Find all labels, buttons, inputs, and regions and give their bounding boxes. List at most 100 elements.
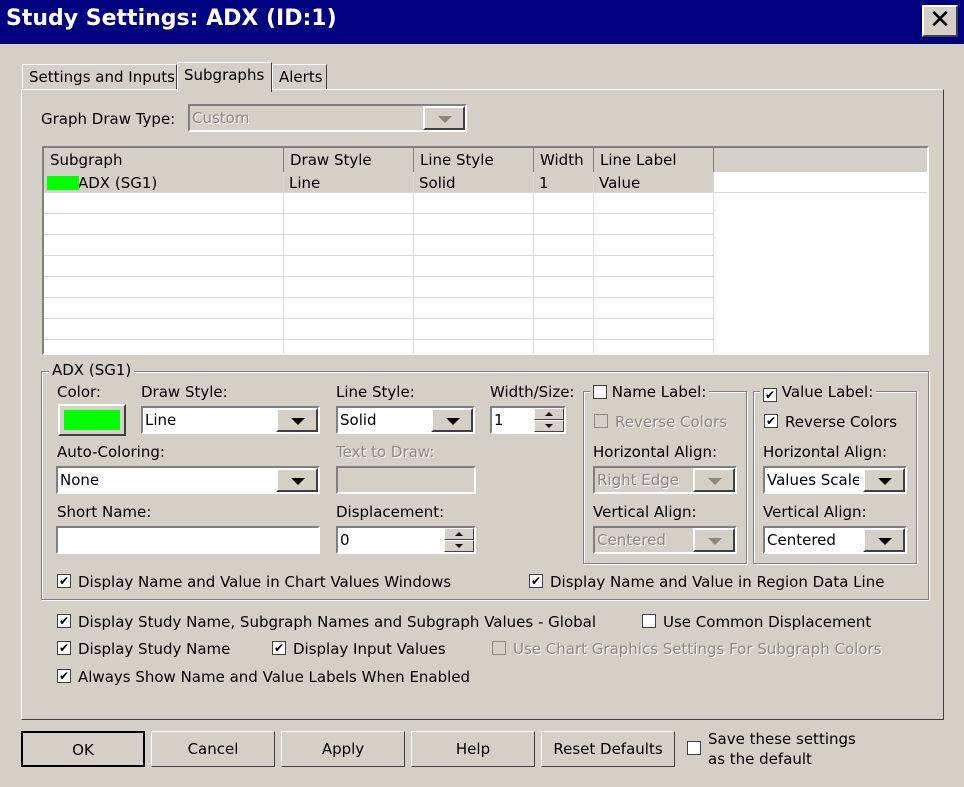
draw-style-value: Line (145, 411, 177, 429)
reset-defaults-button[interactable]: Reset Defaults (541, 731, 675, 767)
graph-draw-type-label: Graph Draw Type: (41, 110, 176, 128)
help-button[interactable]: Help (411, 731, 535, 767)
column-header-width[interactable]: Width (534, 148, 594, 172)
cell-line-label[interactable]: Value (594, 172, 714, 193)
column-header-subgraph[interactable]: Subgraph (44, 148, 284, 172)
subgraph-table[interactable]: Subgraph Draw Style Line Style Width Lin… (42, 146, 929, 355)
always-show-checkbox[interactable] (57, 669, 71, 683)
short-name-input[interactable] (56, 526, 320, 554)
spin-down-icon[interactable] (534, 420, 564, 432)
chevron-down-icon[interactable] (863, 528, 905, 552)
chart-graphics-label: Use Chart Graphics Settings For Subgraph… (513, 640, 882, 658)
chevron-down-icon[interactable] (276, 468, 318, 492)
apply-button[interactable]: Apply (281, 731, 405, 767)
value-label-header: Value Label: (760, 383, 877, 402)
auto-coloring-value: None (60, 471, 100, 489)
display-chart-values-checkbox[interactable] (57, 574, 71, 588)
spin-down-icon[interactable] (444, 540, 474, 552)
chevron-down-icon[interactable] (693, 528, 735, 552)
chevron-down-icon[interactable] (431, 408, 473, 432)
tab-subgraphs[interactable]: Subgraphs (177, 62, 272, 92)
save-default-checkbox[interactable] (687, 741, 701, 755)
tab-alerts[interactable]: Alerts (272, 64, 327, 90)
name-label-checkbox[interactable] (593, 385, 607, 399)
always-show-label: Always Show Name and Value Labels When E… (78, 668, 471, 686)
displacement-value: 0 (340, 531, 350, 549)
tab-settings-and-inputs[interactable]: Settings and Inputs (22, 64, 177, 90)
name-reverse-colors-checkbox[interactable] (594, 414, 608, 428)
auto-coloring-label: Auto-Coloring: (57, 443, 165, 461)
draw-style-select[interactable]: Line (141, 406, 320, 434)
color-fill (64, 410, 120, 430)
cell-blank (714, 172, 927, 193)
chevron-down-icon[interactable] (423, 106, 465, 130)
width-value: 1 (494, 411, 504, 429)
column-header-line-style[interactable]: Line Style (414, 148, 534, 172)
color-swatch (47, 176, 79, 190)
common-displacement-label: Use Common Displacement (663, 613, 872, 631)
close-icon[interactable]: ✕ (922, 5, 958, 37)
display-region-data-label: Display Name and Value in Region Data Li… (550, 573, 885, 591)
display-global-checkbox[interactable] (57, 614, 71, 628)
width-spinner[interactable]: 1 (490, 406, 566, 434)
value-v-align-label: Vertical Align: (763, 503, 867, 521)
name-label-text: Name Label: (611, 383, 707, 401)
displacement-spinner[interactable]: 0 (336, 526, 476, 554)
cell-draw-style[interactable]: Line (284, 172, 414, 193)
value-label-checkbox[interactable] (763, 388, 777, 402)
value-h-align-label: Horizontal Align: (763, 443, 888, 461)
name-reverse-colors-label: Reverse Colors (615, 413, 728, 431)
draw-style-label: Draw Style: (141, 383, 228, 401)
display-study-name-checkbox[interactable] (57, 641, 71, 655)
chevron-down-icon[interactable] (693, 468, 735, 492)
chart-graphics-checkbox[interactable] (492, 641, 506, 655)
value-h-align-select[interactable]: Values Scale (763, 466, 907, 494)
name-h-align-label: Horizontal Align: (593, 443, 718, 461)
color-picker-button[interactable] (58, 404, 126, 436)
ok-button[interactable]: OK (21, 731, 145, 767)
save-default-label-1: Save these settings (708, 730, 856, 748)
name-label-header: Name Label: (590, 383, 710, 401)
cancel-button[interactable]: Cancel (151, 731, 275, 767)
name-h-align-select[interactable]: Right Edge (593, 466, 737, 494)
value-v-align-select[interactable]: Centered (763, 526, 907, 554)
line-style-value: Solid (340, 411, 377, 429)
name-v-align-value: Centered (597, 531, 666, 549)
display-region-data-checkbox[interactable] (529, 574, 543, 588)
spin-up-icon[interactable] (534, 408, 564, 420)
display-chart-values-label: Display Name and Value in Chart Values W… (78, 573, 452, 591)
subgraph-group-title: ADX (SG1) (49, 361, 135, 379)
display-global-label: Display Study Name, Subgraph Names and S… (78, 613, 597, 631)
color-label: Color: (57, 383, 101, 401)
chevron-down-icon[interactable] (276, 408, 318, 432)
auto-coloring-select[interactable]: None (56, 466, 320, 494)
save-default-label-2: as the default (708, 750, 812, 768)
cell-width[interactable]: 1 (534, 172, 594, 193)
line-style-select[interactable]: Solid (336, 406, 475, 434)
cell-subgraph[interactable]: ADX (SG1) (44, 172, 284, 193)
value-v-align-value: Centered (767, 531, 836, 549)
display-input-values-label: Display Input Values (293, 640, 446, 658)
common-displacement-checkbox[interactable] (642, 614, 656, 628)
value-reverse-colors-checkbox[interactable] (764, 414, 778, 428)
name-v-align-label: Vertical Align: (593, 503, 697, 521)
column-header-draw-style[interactable]: Draw Style (284, 148, 414, 172)
column-header-line-label[interactable]: Line Label (594, 148, 714, 172)
study-settings-dialog: Study Settings: ADX (ID:1) ✕ Settings an… (0, 0, 964, 787)
chevron-down-icon[interactable] (863, 468, 905, 492)
displacement-label: Displacement: (336, 503, 445, 521)
display-study-name-label: Display Study Name (78, 640, 231, 658)
name-h-align-value: Right Edge (597, 471, 680, 489)
width-label: Width/Size: (490, 383, 575, 401)
graph-draw-type-select[interactable]: Custom (188, 104, 467, 132)
title-bar: Study Settings: ADX (ID:1) ✕ (0, 0, 964, 44)
text-to-draw-input[interactable] (336, 466, 476, 494)
graph-draw-type-value: Custom (192, 109, 250, 127)
short-name-label: Short Name: (57, 503, 152, 521)
cell-line-style[interactable]: Solid (414, 172, 534, 193)
text-to-draw-label: Text to Draw: (336, 443, 435, 461)
spin-up-icon[interactable] (444, 528, 474, 540)
name-v-align-select[interactable]: Centered (593, 526, 737, 554)
value-reverse-colors-label: Reverse Colors (785, 413, 898, 431)
display-input-values-checkbox[interactable] (272, 641, 286, 655)
